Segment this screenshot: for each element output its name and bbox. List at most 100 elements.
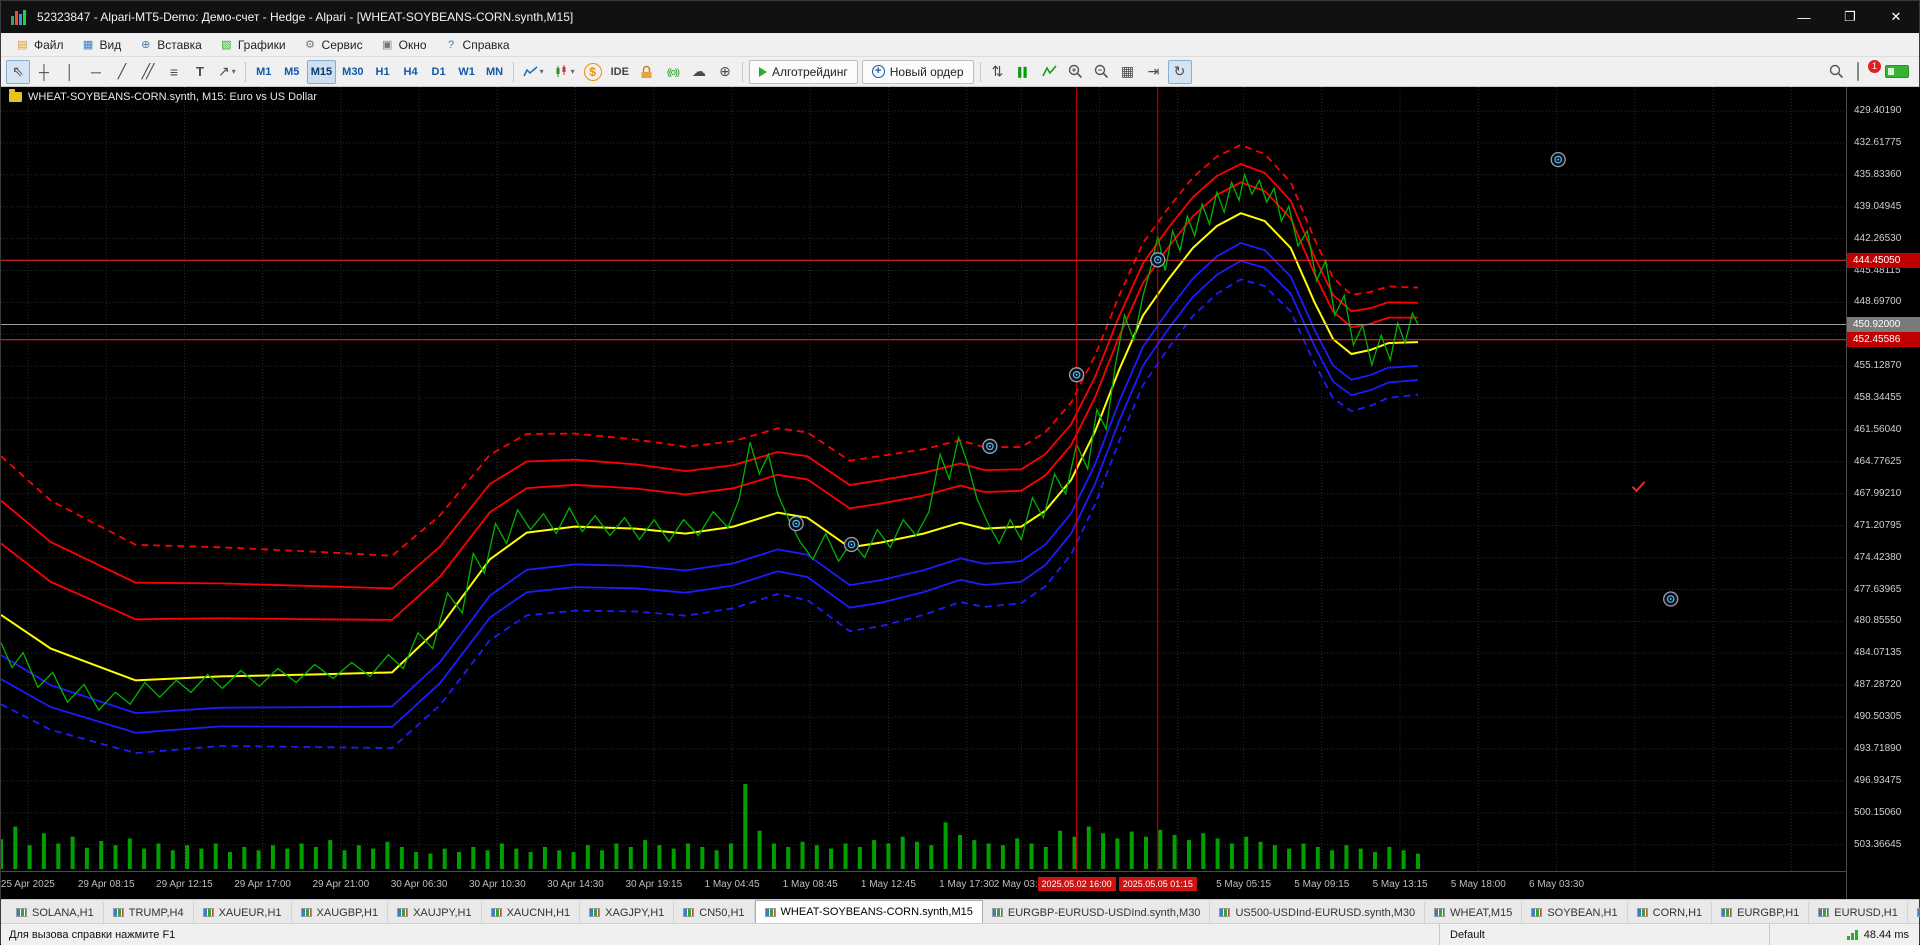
volume-bar [27, 845, 32, 869]
fibonacci-tool[interactable]: ≡ [162, 60, 186, 84]
chart-tab[interactable]: TRUMP,H4 [104, 902, 194, 923]
chart-shift-button[interactable]: ⇥ [1142, 60, 1166, 84]
auto-scroll-button[interactable]: ↻ [1167, 59, 1192, 84]
menu-графики[interactable]: ▧ Графики [211, 36, 295, 54]
cloud-button[interactable]: ☁ [687, 60, 711, 84]
menu-справка[interactable]: ? Справка [436, 36, 519, 54]
chart-tab-icon [300, 908, 312, 917]
toolbar: ⇖ ┼ │ ─ ╱ ╱╱ ≡ T ↗ ▾ M1 M5 M15 M30 H1 H4 D1 W1 MN ▾ ▾ $ IDE… [1, 57, 1919, 87]
chart-marker[interactable] [1550, 151, 1566, 168]
chart-tab[interactable]: EURGBP,H1 [1712, 902, 1810, 923]
chart-marker[interactable] [1068, 367, 1085, 383]
timeframe-h4-button[interactable]: H4 [398, 60, 424, 84]
timeframe-m15-button[interactable]: M15 [306, 59, 337, 84]
chart-tab[interactable]: CORN,H1 [1628, 902, 1713, 923]
connection-status-icon [1885, 65, 1909, 78]
algo-trading-button[interactable]: Алготрейдинг [748, 59, 858, 84]
menu-окно[interactable]: ▣ Окно [372, 36, 436, 54]
tile-windows-button[interactable]: ▦ [1116, 60, 1140, 84]
horizontal-line-tool[interactable]: ─ [84, 60, 108, 84]
price-tick-label: 455.12870 [1854, 360, 1902, 372]
channel-tool[interactable]: ╱╱ [136, 60, 160, 84]
minimize-button[interactable]: — [1781, 1, 1827, 33]
chart-tab[interactable]: CN50,H1 [674, 902, 755, 923]
chart-marker[interactable] [843, 536, 860, 553]
volume-bar [1101, 833, 1106, 869]
time-axis[interactable]: 25 Apr 2025 29 Apr 08:15 29 Apr 12:15 29 Ap… [1, 871, 1846, 899]
chart-tab[interactable]: XAUCNH,H1 [482, 902, 581, 923]
chart-tab[interactable]: XAGJPY,H1 [580, 902, 675, 923]
zoom-in-button[interactable] [1064, 60, 1088, 84]
close-button[interactable]: ✕ [1873, 1, 1919, 33]
web-button[interactable]: ⊕ [713, 60, 737, 84]
trendline-tool[interactable]: ╱ [110, 60, 134, 84]
volume-bar [800, 841, 805, 869]
menu-icon: ⊕ [141, 39, 151, 51]
chart-marker[interactable] [982, 438, 998, 454]
menu-вид[interactable]: ▦ Вид [73, 36, 131, 54]
chart-tab[interactable]: US500-USDInd-EURUSD.synth,M30 [1210, 902, 1426, 923]
sort-button[interactable]: ⇅ [986, 60, 1010, 84]
volume-bar [1215, 838, 1220, 869]
price-chart[interactable] [0, 87, 1846, 899]
time-tick-label: 5 May 13:15 [1372, 879, 1428, 890]
volume-bar [442, 848, 447, 869]
timeframe-h1-button[interactable]: H1 [370, 60, 396, 84]
crosshair-tool[interactable]: ┼ [32, 60, 56, 84]
volume-bar [528, 852, 533, 869]
timeframe-w1-button[interactable]: W1 [454, 60, 480, 84]
volume-bar [614, 843, 619, 869]
cursor-tool[interactable]: ⇖ [6, 59, 30, 84]
chart-tab[interactable]: WHEAT,M15 [1425, 902, 1523, 923]
zigzag-button[interactable] [1038, 60, 1062, 84]
chart-canvas[interactable] [0, 87, 1846, 899]
signal-button[interactable]: ((o)) [661, 60, 685, 84]
profile-selector[interactable]: Default [1439, 924, 1769, 945]
menu-файл[interactable]: ▤ Файл [7, 36, 73, 54]
chart-tab[interactable]: XAUGBP,H1 [292, 902, 389, 923]
timeframe-mn-button[interactable]: MN [482, 60, 508, 84]
shapes-tool[interactable]: ↗ ▾ [214, 60, 240, 84]
timeframe-d1-button[interactable]: D1 [426, 60, 452, 84]
timeframe-m30-button[interactable]: M30 [338, 60, 367, 84]
timeframe-m1-button[interactable]: M1 [251, 60, 277, 84]
chart-tab[interactable]: EURUSD,H1 [1809, 902, 1908, 923]
chart-marker[interactable] [1663, 591, 1679, 607]
volume-bar [1301, 843, 1306, 869]
volume-bar [228, 852, 232, 869]
chart-tab-icon [589, 908, 601, 917]
chart-tab[interactable]: SOYBEAN,H1 [1522, 902, 1628, 923]
volume-bar [1158, 829, 1163, 869]
volume-bar [1129, 831, 1134, 869]
chart-marker[interactable] [788, 515, 804, 532]
notifications-button[interactable]: 1 [1857, 59, 1881, 81]
zoom-out-button[interactable] [1090, 60, 1114, 84]
volume-bar [686, 843, 690, 869]
chart-tab[interactable]: EURGBP-EURUSD-USDInd.synth,M30 [983, 902, 1211, 923]
chart-tab[interactable]: XAUEUR,H1 [194, 902, 292, 923]
time-tick-label: 29 Apr 21:00 [312, 879, 370, 890]
chart-tab[interactable]: USDInd,H1 [1908, 902, 1920, 923]
search-button[interactable] [1824, 60, 1848, 84]
menu-сервис[interactable]: ⚙ Сервис [295, 36, 372, 54]
pause-button[interactable]: ▌▌ [1012, 60, 1036, 84]
chart-region[interactable]: WHEAT-SOYBEANS-CORN.synth, M15: Euro vs … [0, 87, 1920, 899]
chart-type-button[interactable]: ▾ [519, 60, 548, 84]
price-tick-label: 503.36645 [1854, 838, 1902, 850]
vertical-line-tool[interactable]: │ [58, 60, 82, 84]
text-tool[interactable]: T [188, 60, 212, 84]
indicators-button[interactable]: ▾ [550, 60, 579, 84]
ide-button[interactable]: IDE [607, 60, 633, 84]
chart-marker[interactable] [1150, 252, 1166, 268]
chart-tab[interactable]: SOLANA,H1 [7, 902, 104, 923]
menu-вставка[interactable]: ⊕ Вставка [130, 36, 211, 54]
symbol-dollar-button[interactable]: $ [583, 62, 602, 81]
timeframe-m5-button[interactable]: M5 [279, 60, 305, 84]
price-axis[interactable]: 429.40190 432.61775 435.83360 439.04945 442.… [1846, 87, 1920, 899]
maximize-button[interactable]: ❐ [1827, 1, 1873, 33]
chart-tab[interactable]: WHEAT-SOYBEANS-CORN.synth,M15 [754, 900, 983, 923]
new-order-button[interactable]: + Новый ордер [861, 59, 974, 84]
time-tick-label: 30 Apr 10:30 [468, 879, 526, 890]
chart-tab[interactable]: XAUJPY,H1 [388, 902, 482, 923]
lock-button[interactable] [635, 60, 659, 84]
